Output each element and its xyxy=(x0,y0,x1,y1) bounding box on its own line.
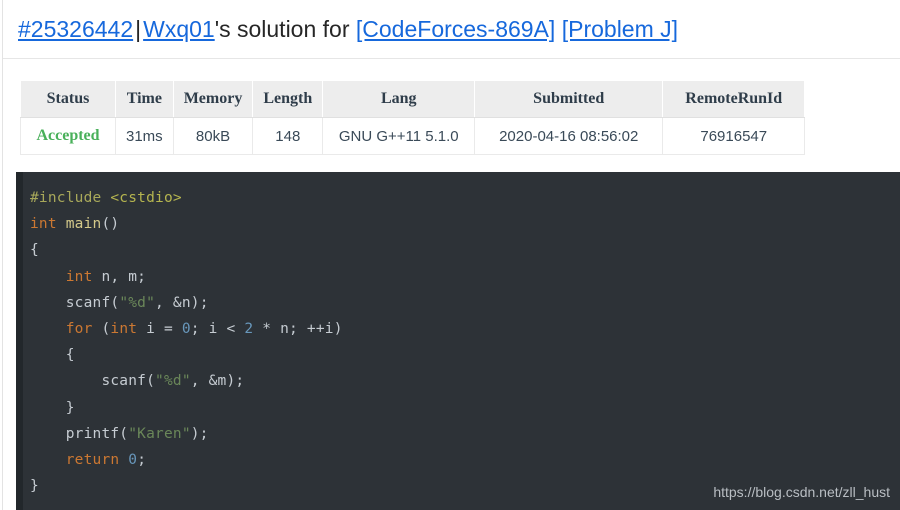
code-token: * n; ++i) xyxy=(253,321,343,338)
cell-submitted: 2020-04-16 08:56:02 xyxy=(474,117,664,155)
code-token: "Karen" xyxy=(128,425,191,442)
title-middle-text: 's solution for xyxy=(214,16,350,42)
cell-remoterunid: 76916547 xyxy=(662,117,806,155)
column-header-memory: Memory xyxy=(172,80,254,118)
cell-time: 31ms xyxy=(115,117,174,155)
user-link[interactable]: Wxq01 xyxy=(143,16,215,42)
table-row: Accepted 31ms 80kB 148 GNU G++11 5.1.0 2… xyxy=(20,117,806,155)
code-token: 2 xyxy=(244,321,254,338)
cell-status: Accepted xyxy=(20,117,116,155)
left-edge-rule xyxy=(2,0,3,510)
code-token: printf( xyxy=(30,425,129,442)
header-divider xyxy=(3,58,900,59)
code-token: main xyxy=(65,216,102,233)
code-token: #include xyxy=(30,190,111,206)
title-separator: | xyxy=(135,16,142,42)
code-token: for xyxy=(65,321,93,338)
code-token: { xyxy=(30,242,39,259)
code-token: ( xyxy=(92,321,111,338)
code-token: <cstdio> xyxy=(110,190,182,206)
page-title: #25326442|Wxq01's solution for [CodeForc… xyxy=(18,14,678,44)
code-token: n, m; xyxy=(92,268,147,285)
submission-page: #25326442|Wxq01's solution for [CodeForc… xyxy=(0,0,900,510)
watermark-text: https://blog.csdn.net/zll_hust xyxy=(713,484,890,500)
code-token: scanf( xyxy=(30,294,120,311)
code-token: scanf( xyxy=(30,373,156,390)
code-token: int xyxy=(65,268,93,285)
page-header: #25326442|Wxq01's solution for [CodeForc… xyxy=(0,0,900,58)
code-token: } xyxy=(30,399,75,416)
code-token: return xyxy=(65,452,120,469)
cell-memory: 80kB xyxy=(172,117,254,155)
column-header-remoterunid: RemoteRunId xyxy=(662,80,806,118)
submission-id-link[interactable]: #25326442 xyxy=(18,16,133,42)
cell-lang: GNU G++11 5.1.0 xyxy=(322,117,476,155)
code-token: ; xyxy=(137,452,147,469)
code-token: 0 xyxy=(181,321,191,338)
code-token: ); xyxy=(190,425,209,442)
code-token: , &n); xyxy=(155,294,209,311)
code-token: int xyxy=(110,321,138,338)
code-gutter xyxy=(16,172,23,510)
cell-length: 148 xyxy=(252,117,324,155)
column-header-lang: Lang xyxy=(322,80,476,118)
code-token: int xyxy=(30,216,57,233)
code-token: { xyxy=(30,347,75,364)
submission-result-table: Status Time Memory Length Lang Submitted… xyxy=(20,80,806,155)
column-header-status: Status xyxy=(20,80,116,118)
source-code-block[interactable]: #include <cstdio> int main() { int n, m;… xyxy=(16,172,900,510)
source-code-text: #include <cstdio> int main() { int n, m;… xyxy=(23,185,343,499)
problem-source-link[interactable]: [CodeForces-869A] xyxy=(356,16,555,42)
table-header-row: Status Time Memory Length Lang Submitted… xyxy=(20,80,806,118)
column-header-submitted: Submitted xyxy=(474,80,664,118)
code-token: ; i < xyxy=(190,321,245,338)
code-token: "%d" xyxy=(119,294,156,311)
code-token: , &m); xyxy=(190,373,245,390)
code-token: "%d" xyxy=(155,373,191,390)
code-token: i = xyxy=(137,321,182,338)
code-token: } xyxy=(30,478,39,495)
problem-label-link[interactable]: [Problem J] xyxy=(562,16,678,42)
column-header-length: Length xyxy=(252,80,324,118)
column-header-time: Time xyxy=(115,80,174,118)
code-token: () xyxy=(101,216,120,233)
code-token: 0 xyxy=(128,452,138,469)
